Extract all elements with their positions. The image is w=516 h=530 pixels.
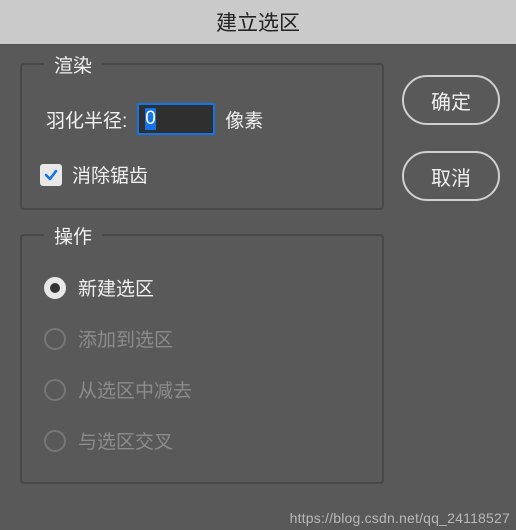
radio-label: 与选区交叉 (78, 427, 173, 454)
antialias-label: 消除锯齿 (72, 161, 148, 188)
radio-label: 从选区中减去 (78, 376, 192, 403)
feather-label: 羽化半径: (46, 106, 127, 133)
antialias-row[interactable]: 消除锯齿 (40, 161, 364, 188)
radio-icon (44, 379, 66, 401)
watermark: https://blog.csdn.net/qq_24118527 (290, 510, 510, 526)
dialog-title: 建立选区 (216, 7, 300, 37)
render-fieldset: 渲染 羽化半径: 像素 消除锯齿 (20, 63, 384, 210)
radio-icon (44, 430, 66, 452)
radio-intersect-with-selection: 与选区交叉 (44, 427, 360, 454)
side-column: 确定 取消 (402, 63, 500, 484)
radio-icon (44, 328, 66, 350)
operation-legend: 操作 (44, 222, 102, 249)
radio-icon (44, 277, 66, 299)
antialias-checkbox[interactable] (40, 164, 62, 186)
feather-input[interactable] (137, 103, 215, 135)
radio-add-to-selection: 添加到选区 (44, 325, 360, 352)
radio-label: 新建选区 (78, 274, 154, 301)
operation-fieldset: 操作 新建选区 添加到选区 从选区中减去 与选区交叉 (20, 234, 384, 484)
feather-row: 羽化半径: 像素 (40, 103, 364, 135)
ok-button-label: 确定 (431, 86, 471, 115)
cancel-button-label: 取消 (431, 162, 471, 191)
dialog-titlebar: 建立选区 (0, 0, 516, 45)
operation-radio-list: 新建选区 添加到选区 从选区中减去 与选区交叉 (40, 264, 364, 458)
radio-new-selection[interactable]: 新建选区 (44, 274, 360, 301)
dialog-content: 渲染 羽化半径: 像素 消除锯齿 操作 新建选区 (0, 45, 516, 502)
check-icon (43, 167, 59, 183)
ok-button[interactable]: 确定 (402, 75, 500, 125)
cancel-button[interactable]: 取消 (402, 151, 500, 201)
radio-label: 添加到选区 (78, 325, 173, 352)
render-legend: 渲染 (44, 51, 102, 78)
feather-unit: 像素 (225, 106, 263, 133)
radio-subtract-from-selection: 从选区中减去 (44, 376, 360, 403)
main-column: 渲染 羽化半径: 像素 消除锯齿 操作 新建选区 (20, 63, 384, 484)
